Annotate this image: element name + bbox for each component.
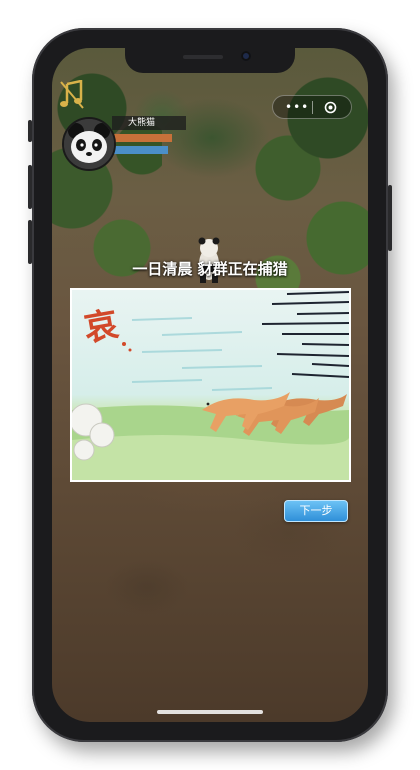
home-indicator bbox=[157, 710, 263, 714]
phone-volume-up bbox=[28, 165, 32, 209]
panda-face-icon bbox=[64, 119, 114, 169]
mini-program-capsule: ••• bbox=[272, 95, 352, 119]
capsule-divider bbox=[312, 101, 313, 114]
phone-notch bbox=[125, 47, 295, 73]
next-step-button[interactable]: 下一步 bbox=[284, 500, 348, 522]
phone-mute-switch bbox=[28, 120, 32, 142]
player-name: 大熊猫 bbox=[112, 116, 186, 130]
comic-sfx: 哀 bbox=[81, 304, 121, 349]
close-target-icon[interactable] bbox=[324, 101, 337, 114]
more-menu-button[interactable]: ••• bbox=[285, 100, 309, 114]
energy-bar bbox=[112, 146, 168, 154]
comic-illustration: 哀 bbox=[72, 291, 349, 480]
forest-right bbox=[248, 48, 368, 328]
comic-panel: 哀 bbox=[70, 288, 351, 482]
speaker bbox=[183, 55, 223, 59]
front-camera bbox=[241, 51, 251, 61]
story-caption: 一日清晨 豺群正在捕猎 bbox=[132, 260, 288, 278]
music-icon[interactable] bbox=[59, 80, 85, 110]
health-bar bbox=[112, 134, 172, 142]
panda-avatar bbox=[62, 117, 116, 171]
phone-volume-down bbox=[28, 220, 32, 264]
phone-power-button bbox=[388, 185, 392, 251]
